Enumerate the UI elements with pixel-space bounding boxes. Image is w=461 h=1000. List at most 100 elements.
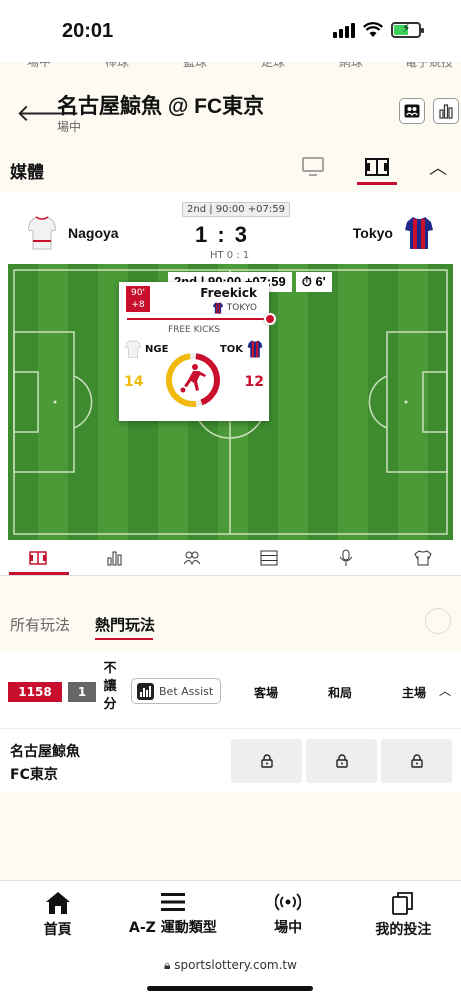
media-section: 媒體 ︿ [0, 142, 461, 192]
match-period: 2nd | 90:00 +07:59 [182, 202, 290, 217]
donut-away-segment [195, 353, 220, 406]
stat-away-team: TOK [220, 340, 263, 358]
event-dot [264, 313, 276, 325]
url-text[interactable]: 🔒︎ sportslottery.com.tw [0, 958, 461, 973]
stat-label: FREE KICKS [167, 325, 221, 335]
tab-lineups[interactable] [154, 540, 231, 575]
browser-url-bar: 🔒︎ sportslottery.com.tw [0, 944, 461, 1000]
lineup-icon [404, 104, 420, 118]
lock-icon [260, 754, 273, 768]
betslip-icon [392, 892, 414, 915]
field-icon [29, 550, 48, 565]
chevron-up-icon[interactable]: ︿ [439, 682, 451, 699]
odds-cell-draw[interactable] [306, 739, 377, 783]
pitch-tab[interactable] [362, 152, 392, 182]
tab-kits[interactable] [384, 540, 461, 575]
nav-home[interactable]: 首頁 [0, 881, 115, 944]
market-id-badge[interactable]: 1158 [8, 682, 62, 702]
market-tabs: 所有玩法 熱門玩法 [0, 600, 461, 652]
tab-commentary[interactable] [307, 540, 384, 575]
nav-label: A-Z 運動類型 [129, 920, 217, 936]
category-item[interactable]: 足球 [234, 62, 312, 76]
status-icons: ⚡ [333, 21, 424, 38]
bar-chart-icon [439, 104, 453, 119]
market-count-badge: 1 [68, 682, 96, 702]
scoreboard: 2nd | 90:00 +07:59 Nagoya 1 : 3 HT 0 : 1… [0, 192, 461, 264]
tab-pitch[interactable] [0, 540, 77, 575]
battery-icon: ⚡ [391, 21, 424, 38]
row-team-away: FC東京 [10, 767, 58, 783]
monitor-icon [302, 157, 324, 176]
nav-live[interactable]: 場中 [231, 881, 346, 944]
url-label: sportslottery.com.tw [174, 958, 297, 972]
sport-category-strip[interactable]: 場中 棒球 籃球 足球 網球 電子競技 美式 [0, 62, 461, 76]
people-icon [183, 551, 201, 565]
freekick-donut [166, 353, 220, 407]
lock-icon: 🔒︎ [164, 958, 171, 972]
stat-home-team: NGE [125, 340, 168, 358]
player-kick-icon [180, 364, 206, 393]
home-icon [45, 892, 70, 914]
category-item[interactable]: 籃球 [156, 62, 234, 76]
odds-cell-home[interactable] [381, 739, 452, 783]
status-bar: 20:01 ⚡ [0, 0, 461, 62]
score: 1 : 3 [195, 222, 250, 247]
home-indicator[interactable] [147, 986, 313, 991]
category-item[interactable]: 網球 [312, 62, 390, 76]
away-team: Tokyo [353, 216, 433, 250]
empty-area [0, 792, 461, 880]
shirt-icon [413, 549, 432, 565]
settings-circle-button[interactable] [425, 608, 451, 634]
active-tab-indicator [357, 182, 397, 185]
market-type: 不讓分 [103, 661, 117, 712]
nav-my-bets[interactable]: 我的投注 [346, 881, 461, 944]
tab-hot-markets[interactable]: 熱門玩法 [95, 614, 155, 635]
added-time-value: 6' [315, 274, 326, 289]
away-jersey-icon [405, 217, 433, 249]
category-item[interactable]: 電子競技 [390, 62, 461, 76]
match-header: 🡐 名古屋鯨魚 @ FC東京 場中 [0, 76, 461, 142]
menu-icon [160, 893, 185, 911]
column-draw: 和局 [328, 686, 353, 700]
page-subtitle: 場中 [57, 120, 82, 134]
home-team-name: Nagoya [68, 225, 119, 241]
bet-assist-label: Bet Assist [159, 684, 214, 698]
table-icon [260, 550, 278, 565]
event-progress-line [127, 318, 267, 320]
added-time: ⏱ 6' [295, 272, 332, 292]
away-jersey-icon [247, 340, 263, 358]
tab-all-markets[interactable]: 所有玩法 [10, 614, 70, 635]
field-icon [365, 158, 389, 176]
away-team-name: Tokyo [352, 225, 393, 241]
live-icon [275, 893, 302, 911]
tab-stats[interactable] [77, 540, 154, 575]
bet-assist-button[interactable]: Bet Assist [131, 678, 221, 704]
stopwatch-icon: ⏱ [301, 274, 312, 289]
spacer [0, 576, 461, 600]
column-away: 客場 [254, 686, 279, 700]
nav-sports[interactable]: A-Z 運動類型 [115, 881, 230, 944]
market-header: 1158 1 不讓分 Bet Assist 客場 和局 主場 ︿ [0, 652, 461, 728]
row-team-home: 名古屋鯨魚 [10, 744, 80, 760]
lineup-button[interactable] [399, 98, 425, 124]
odds-cell-away[interactable] [231, 739, 302, 783]
category-item[interactable]: 場中 [0, 62, 78, 76]
home-jersey-icon [125, 340, 141, 358]
active-tab-indicator [95, 638, 153, 640]
nav-label: 首頁 [43, 922, 72, 938]
stats-button[interactable] [433, 98, 459, 124]
tab-standings[interactable] [230, 540, 307, 575]
active-tab-indicator [9, 572, 69, 575]
lock-icon [410, 754, 423, 768]
event-minute: 90' +8 [126, 286, 150, 312]
lock-icon [335, 754, 348, 768]
media-label: 媒體 [10, 163, 44, 183]
chevron-up-icon[interactable]: ︿ [429, 154, 447, 180]
category-item[interactable]: 棒球 [78, 62, 156, 76]
jersey-icon [212, 302, 223, 314]
signal-icon [333, 22, 355, 38]
home-team: Nagoya [28, 216, 119, 250]
stat-home-value: 14 [124, 374, 144, 390]
video-tab[interactable] [298, 152, 328, 182]
page-title: 名古屋鯨魚 @ FC東京 [57, 95, 265, 118]
